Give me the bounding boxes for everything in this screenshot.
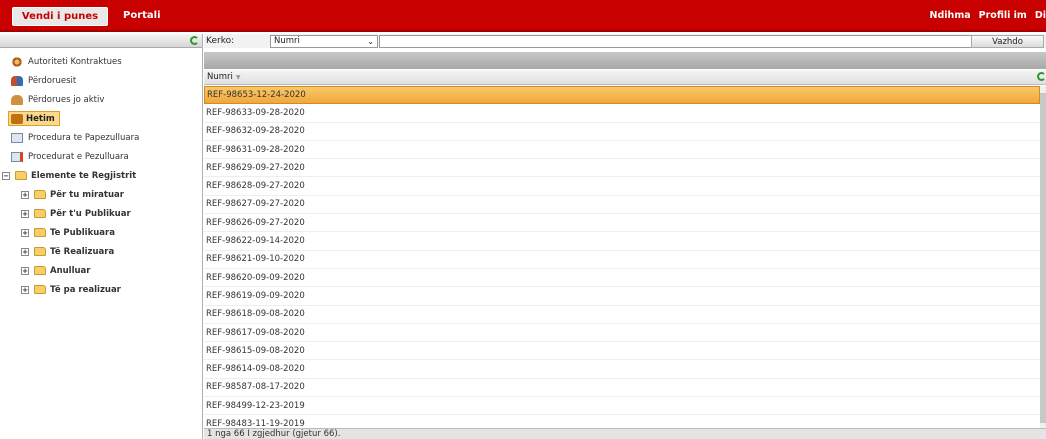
tree-item-per-tu-miratuar[interactable]: + Për tu miratuar	[0, 185, 202, 204]
expand-icon[interactable]: +	[21, 266, 29, 275]
sidebar-item-procedurat-e-pezulluara[interactable]: Procedurat e Pezulluara	[0, 147, 202, 166]
expand-icon[interactable]: +	[21, 228, 29, 237]
vertical-scrollbar[interactable]	[1040, 86, 1046, 428]
tree-item-label: Për tu miratuar	[50, 189, 124, 200]
link-profili-im[interactable]: Profili im	[979, 10, 1027, 21]
sidebar-item-autoriteti-kontraktues[interactable]: Autoriteti Kontraktues	[0, 52, 202, 71]
table-row[interactable]: REF-98620-09-09-2020	[204, 269, 1040, 288]
sort-icon: ▼	[235, 73, 241, 81]
table-row[interactable]: REF-98632-09-28-2020	[204, 123, 1040, 141]
folder-open-icon	[15, 171, 27, 180]
refresh-icon[interactable]	[1037, 72, 1046, 81]
search-field-value: Numri	[274, 36, 300, 46]
link-ndihma[interactable]: Ndihma	[930, 10, 971, 21]
table-row[interactable]: REF-98619-09-09-2020	[204, 287, 1040, 306]
table-row[interactable]: REF-98621-09-10-2020	[204, 251, 1040, 269]
suspended-document-icon	[11, 151, 23, 162]
table-row[interactable]: REF-98587-08-17-2020	[204, 379, 1040, 398]
table-row[interactable]: REF-98614-09-08-2020	[204, 360, 1040, 379]
expand-icon[interactable]: +	[21, 209, 29, 218]
top-bar: Vendi i punes Portali Ndihma Profili im …	[0, 0, 1046, 32]
folder-icon	[34, 285, 46, 294]
folder-icon	[34, 190, 46, 199]
sidebar-item-perdorues-jo-aktiv[interactable]: Përdorues jo aktiv	[0, 90, 202, 109]
table-row[interactable]: REF-98626-09-27-2020	[204, 214, 1040, 233]
table-row[interactable]: REF-98615-09-08-2020	[204, 342, 1040, 361]
sidebar-item-label: Përdorues jo aktiv	[28, 94, 105, 105]
sidebar-item-label: Procedurat e Pezulluara	[28, 151, 129, 162]
tab-portali[interactable]: Portali	[123, 10, 161, 21]
search-label: Kerko:	[206, 36, 235, 46]
investigation-icon	[11, 113, 23, 124]
table-row[interactable]: REF-98653-12-24-2020	[204, 86, 1040, 105]
sidebar-item-label: Përdoruesit	[28, 75, 77, 86]
expand-icon[interactable]: +	[21, 190, 29, 199]
users-icon	[11, 75, 23, 86]
scrollbar-thumb[interactable]	[1040, 93, 1046, 423]
folder-icon	[34, 228, 46, 237]
expand-icon[interactable]: +	[21, 247, 29, 256]
table-row[interactable]: REF-98628-09-27-2020	[204, 177, 1040, 196]
collapse-icon[interactable]: −	[2, 171, 10, 180]
sidebar-item-label: Autoriteti Kontraktues	[28, 56, 122, 67]
search-input[interactable]	[379, 34, 972, 48]
sidebar-item-hetim[interactable]: Hetim	[0, 109, 202, 128]
sidebar: Autoriteti Kontraktues Përdoruesit Përdo…	[0, 34, 203, 439]
sidebar-item-procedura-te-papezulluara[interactable]: Procedura te Papezulluara	[0, 128, 202, 147]
tree-item-te-publikuara[interactable]: + Te Publikuara	[0, 223, 202, 242]
active-item-highlight: Hetim	[8, 111, 60, 126]
sidebar-header	[0, 34, 202, 48]
table-row[interactable]: REF-98627-09-27-2020	[204, 196, 1040, 215]
gear-icon	[11, 56, 23, 67]
main-panel: Kerko: Numri ⌄ Vazhdo Numri ▼ REF-98653-…	[204, 34, 1046, 439]
table-row[interactable]: REF-98631-09-28-2020	[204, 141, 1040, 160]
tab-vendi-i-punes-label: Vendi i punes	[21, 11, 99, 22]
sidebar-nav: Autoriteti Kontraktues Përdoruesit Përdo…	[0, 48, 202, 299]
tree-root-elemente-te-regjistrit[interactable]: − Elemente te Regjistrit	[0, 166, 202, 185]
search-bar: Kerko: Numri ⌄	[204, 34, 1046, 48]
refresh-icon[interactable]	[190, 36, 199, 45]
table-row[interactable]: REF-98633-09-28-2020	[204, 104, 1040, 123]
tab-vendi-i-punes[interactable]: Vendi i punes	[12, 7, 108, 26]
table-row[interactable]: REF-98618-09-08-2020	[204, 306, 1040, 324]
top-links: Ndihma Profili im Di	[930, 10, 1046, 21]
table-row[interactable]: REF-98629-09-27-2020	[204, 159, 1040, 178]
tree-item-per-tu-publikuar[interactable]: + Për t'u Publikuar	[0, 204, 202, 223]
chevron-down-icon: ⌄	[367, 36, 374, 46]
inactive-users-icon	[11, 94, 23, 105]
table-row[interactable]: REF-98617-09-08-2020	[204, 324, 1040, 343]
column-header-label: Numri	[207, 72, 233, 82]
folder-icon	[34, 209, 46, 218]
folder-icon	[34, 247, 46, 256]
folder-icon	[34, 266, 46, 275]
sidebar-item-label: Procedura te Papezulluara	[28, 132, 140, 143]
tree-item-label: Të Realizuara	[50, 246, 115, 257]
sidebar-item-label: Hetim	[26, 113, 55, 124]
link-dil[interactable]: Di	[1035, 10, 1046, 21]
sidebar-item-perdoruesit[interactable]: Përdoruesit	[0, 71, 202, 90]
tree-item-label: Anulluar	[50, 265, 91, 276]
column-header-numri[interactable]: Numri ▼	[204, 70, 1046, 85]
table-row[interactable]: REF-98499-12-23-2019	[204, 397, 1040, 416]
tree-item-anulluar[interactable]: + Anulluar	[0, 261, 202, 280]
tree-root-label: Elemente te Regjistrit	[31, 170, 137, 181]
vazhdo-button[interactable]: Vazhdo	[971, 35, 1044, 48]
tree-item-te-pa-realizuar[interactable]: + Të pa realizuar	[0, 280, 202, 299]
toolbar-strip	[204, 52, 1046, 69]
tree-item-te-realizuara[interactable]: + Të Realizuara	[0, 242, 202, 261]
expand-icon[interactable]: +	[21, 285, 29, 294]
results-table: REF-98653-12-24-2020 REF-98633-09-28-2020…	[204, 86, 1040, 439]
document-icon	[11, 132, 23, 143]
table-row[interactable]: REF-98622-09-14-2020	[204, 232, 1040, 251]
search-field-select[interactable]: Numri ⌄	[270, 34, 378, 48]
status-footer: 1 nga 66 I zgjedhur (gjetur 66).	[204, 428, 1046, 439]
tree-item-label: Të pa realizuar	[50, 284, 121, 295]
tree-item-label: Për t'u Publikuar	[50, 208, 131, 219]
tree-item-label: Te Publikuara	[50, 227, 115, 238]
